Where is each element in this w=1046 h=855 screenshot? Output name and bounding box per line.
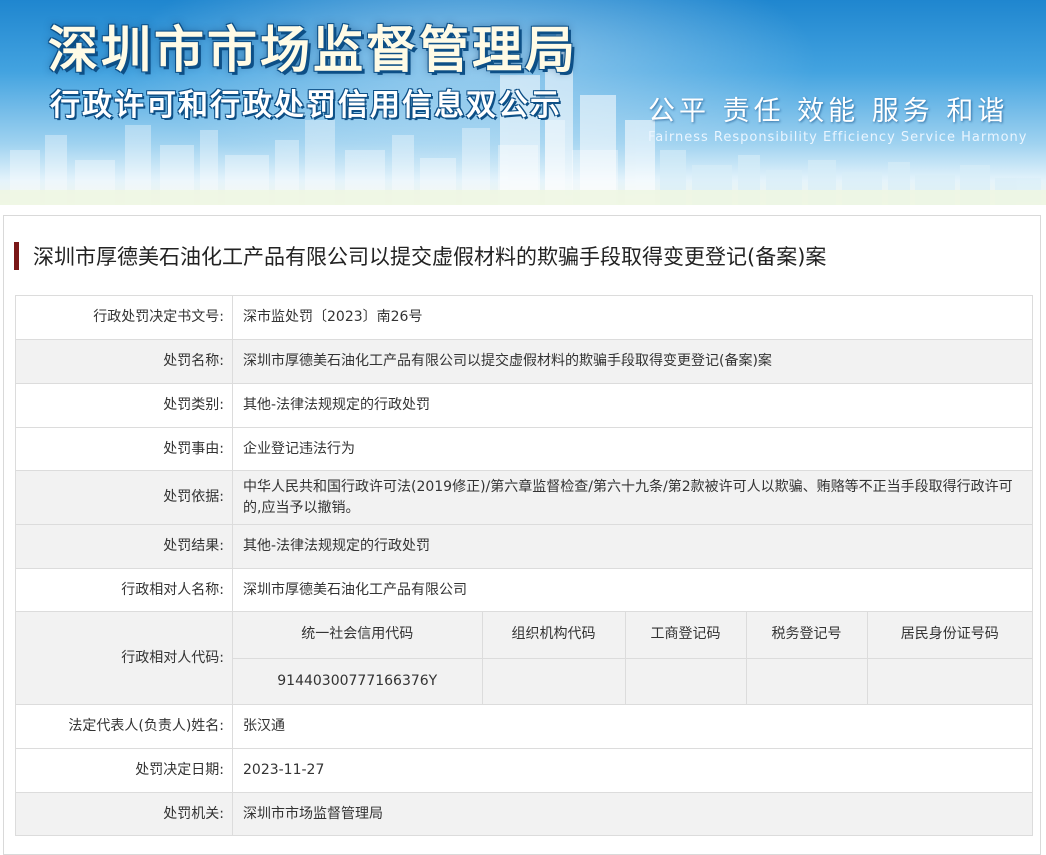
- row-label: 行政相对人名称:: [15, 568, 233, 612]
- table-row: 处罚结果: 其他-法律法规规定的行政处罚: [15, 524, 1033, 569]
- codes-header-row: 统一社会信用代码 组织机构代码 工商登记码 税务登记号 居民身份证号码: [233, 612, 1032, 659]
- table-row: 处罚机关: 深圳市市场监督管理局: [15, 792, 1033, 836]
- row-label: 处罚决定日期:: [15, 748, 233, 793]
- row-value: 深圳市市场监督管理局: [232, 792, 1033, 836]
- case-title: 深圳市厚德美石油化工产品有限公司以提交虚假材料的欺骗手段取得变更登记(备案)案: [33, 245, 827, 269]
- table-row: 处罚事由: 企业登记违法行为: [15, 427, 1033, 471]
- row-label: 行政相对人代码:: [15, 611, 233, 705]
- row-value: 其他-法律法规规定的行政处罚: [232, 383, 1033, 428]
- row-label: 处罚依据:: [15, 470, 233, 525]
- case-heading: 深圳市厚德美石油化工产品有限公司以提交虚假材料的欺骗手段取得变更登记(备案)案: [14, 240, 1024, 272]
- header-banner: 深圳市市场监督管理局 行政许可和行政处罚信用信息双公示 公平 责任 效能 服务 …: [0, 0, 1046, 205]
- table-row: 行政相对人名称: 深圳市厚德美石油化工产品有限公司: [15, 568, 1033, 612]
- column-header: 居民身份证号码: [866, 612, 1032, 659]
- code-value: [624, 657, 747, 704]
- row-value: 张汉通: [232, 704, 1033, 749]
- row-label: 处罚类别:: [15, 383, 233, 428]
- row-value: 中华人民共和国行政许可法(2019修正)/第六章监督检查/第六十九条/第2款被许…: [232, 470, 1033, 525]
- table-row: 法定代表人(负责人)姓名: 张汉通: [15, 704, 1033, 749]
- case-detail-panel: 深圳市厚德美石油化工产品有限公司以提交虚假材料的欺骗手段取得变更登记(备案)案 …: [3, 215, 1041, 855]
- banner-slogan-english: Fairness Responsibility Efficiency Servi…: [648, 130, 1028, 145]
- code-value: [745, 657, 868, 704]
- row-label: 处罚事由:: [15, 427, 233, 471]
- row-label: 法定代表人(负责人)姓名:: [15, 704, 233, 749]
- column-header: 工商登记码: [624, 612, 747, 659]
- row-value: 2023-11-27: [232, 748, 1033, 793]
- penalty-info-table: 行政处罚决定书文号: 深市监处罚〔2023〕南26号 处罚名称: 深圳市厚德美石…: [15, 295, 1033, 836]
- row-label: 处罚机关:: [15, 792, 233, 836]
- table-row: 处罚依据: 中华人民共和国行政许可法(2019修正)/第六章监督检查/第六十九条…: [15, 470, 1033, 525]
- table-row: 处罚决定日期: 2023-11-27: [15, 748, 1033, 793]
- column-header: 税务登记号: [745, 612, 868, 659]
- code-value: [866, 657, 1032, 704]
- row-label: 行政处罚决定书文号:: [15, 295, 233, 340]
- code-value: [481, 657, 626, 704]
- codes-value-row: 91440300777166376Y: [233, 657, 1032, 704]
- row-value: 深圳市厚德美石油化工产品有限公司以提交虚假材料的欺骗手段取得变更登记(备案)案: [232, 339, 1033, 384]
- row-label: 处罚名称:: [15, 339, 233, 384]
- row-value: 企业登记违法行为: [232, 427, 1033, 471]
- column-header: 组织机构代码: [481, 612, 626, 659]
- banner-subtitle: 行政许可和行政处罚信用信息双公示: [50, 88, 562, 123]
- table-row: 处罚类别: 其他-法律法规规定的行政处罚: [15, 383, 1033, 428]
- heading-accent-bar: [14, 242, 19, 270]
- code-value: 91440300777166376Y: [233, 657, 483, 704]
- codes-cell: 统一社会信用代码 组织机构代码 工商登记码 税务登记号 居民身份证号码 9144…: [232, 611, 1033, 705]
- row-value: 其他-法律法规规定的行政处罚: [232, 524, 1033, 569]
- table-row: 处罚名称: 深圳市厚德美石油化工产品有限公司以提交虚假材料的欺骗手段取得变更登记…: [15, 339, 1033, 384]
- banner-slogan-chinese: 公平 责任 效能 服务 和谐: [648, 96, 1009, 127]
- codes-subtable: 统一社会信用代码 组织机构代码 工商登记码 税务登记号 居民身份证号码 9144…: [233, 612, 1032, 704]
- table-row-codes: 行政相对人代码: 统一社会信用代码 组织机构代码 工商登记码 税务登记号 居民身…: [15, 611, 1033, 705]
- table-row: 行政处罚决定书文号: 深市监处罚〔2023〕南26号: [15, 295, 1033, 340]
- column-header: 统一社会信用代码: [233, 612, 483, 659]
- row-value: 深市监处罚〔2023〕南26号: [232, 295, 1033, 340]
- banner-title: 深圳市市场监督管理局: [48, 21, 578, 79]
- row-value: 深圳市厚德美石油化工产品有限公司: [232, 568, 1033, 612]
- row-label: 处罚结果:: [15, 524, 233, 569]
